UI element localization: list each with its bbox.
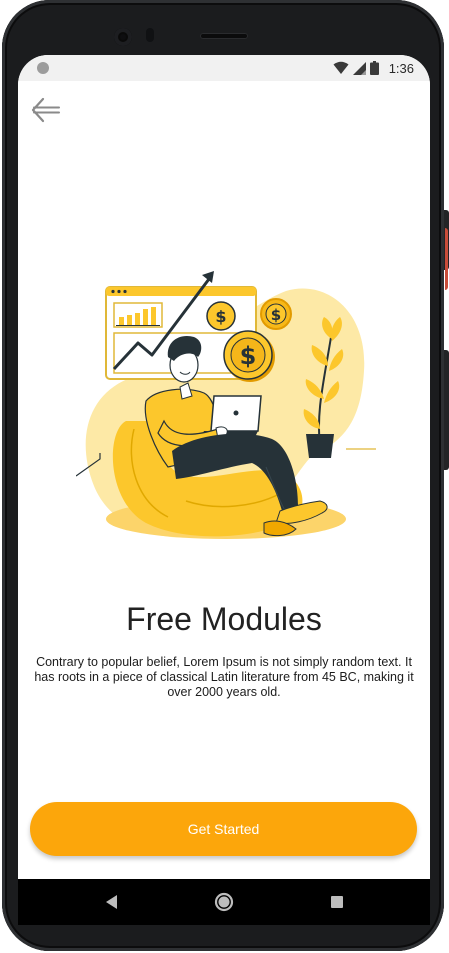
system-nav-bar [18, 879, 430, 925]
onboarding-screen: $ $ $ Free Modules Contrary to popular b… [18, 81, 430, 879]
proximity-sensor [146, 28, 154, 42]
get-started-button[interactable]: Get Started [30, 802, 417, 856]
nav-back-icon [106, 895, 117, 909]
plant-pot [306, 434, 334, 458]
page-description: Contrary to popular belief, Lorem Ipsum … [34, 655, 414, 699]
svg-text:$: $ [240, 342, 257, 370]
nav-home-button[interactable] [213, 891, 235, 913]
cell-signal-icon [352, 61, 366, 75]
status-icons: 1:36 [333, 59, 414, 77]
svg-text:$: $ [271, 306, 281, 324]
svg-text:$: $ [215, 307, 226, 326]
phone-device: 1:36 $ $ $ Free Modules Contrary to popu… [0, 0, 449, 953]
status-time: 1:36 [388, 60, 414, 76]
battery-icon [369, 61, 379, 75]
nav-back-button[interactable] [101, 891, 123, 913]
nav-recents-button[interactable] [326, 891, 348, 913]
notification-dot-icon [37, 62, 49, 74]
onboarding-illustration: $ $ $ [76, 271, 376, 539]
back-arrow-icon [31, 97, 60, 123]
volume-button-hardware [444, 350, 449, 470]
earpiece-speaker [200, 33, 248, 39]
front-camera [114, 28, 132, 46]
screen: 1:36 $ $ $ Free Modules Contrary to popu… [18, 55, 430, 879]
nav-recents-icon [331, 896, 343, 908]
status-bar: 1:36 [18, 55, 430, 81]
power-button-accent [445, 228, 448, 290]
nav-home-icon [214, 892, 234, 912]
wifi-icon [333, 61, 349, 74]
back-button[interactable] [30, 95, 62, 125]
page-title: Free Modules [126, 601, 322, 637]
